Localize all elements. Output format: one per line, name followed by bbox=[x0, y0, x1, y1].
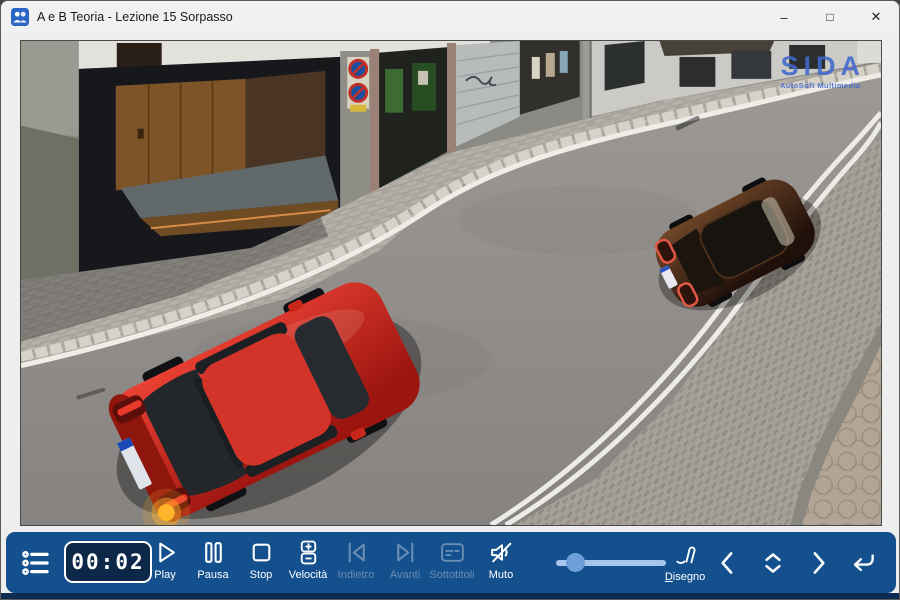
chapter-list-button[interactable] bbox=[16, 532, 56, 593]
skip-forward-icon bbox=[392, 539, 419, 566]
exit-return-button[interactable] bbox=[847, 547, 879, 584]
no-parking-sign bbox=[350, 60, 367, 77]
play-button[interactable]: Play bbox=[141, 537, 189, 589]
minimize-button[interactable]: – bbox=[761, 1, 807, 33]
app-icon bbox=[11, 8, 29, 26]
pen-icon bbox=[671, 539, 700, 568]
back-button: Indietro bbox=[328, 537, 384, 589]
slider-thumb[interactable] bbox=[566, 553, 585, 572]
close-button[interactable]: ✕ bbox=[853, 1, 899, 33]
chevron-left-icon bbox=[712, 547, 744, 579]
pause-icon bbox=[200, 539, 227, 566]
prev-lesson-button[interactable] bbox=[712, 547, 744, 584]
play-icon bbox=[152, 539, 179, 566]
timer-display: 00:02 bbox=[64, 541, 152, 583]
title-bar: A e B Teoria - Lezione 15 Sorpasso – □ ✕ bbox=[1, 1, 899, 33]
return-arrow-icon bbox=[847, 547, 879, 579]
speed-icon bbox=[295, 539, 322, 566]
subtitles-label: Sottotitoli bbox=[429, 569, 474, 581]
window-bottom-edge bbox=[1, 593, 899, 600]
pause-button[interactable]: Pausa bbox=[189, 537, 237, 589]
subtitles-button: Sottotitoli bbox=[418, 537, 486, 589]
player-toolbar: 00:02 Play Pausa Stop bbox=[6, 532, 896, 593]
forward-label: Avanti bbox=[390, 569, 420, 581]
volume-slider[interactable] bbox=[556, 532, 666, 593]
maximize-button[interactable]: □ bbox=[807, 1, 853, 33]
subtitles-icon bbox=[439, 539, 466, 566]
app-window: A e B Teoria - Lezione 15 Sorpasso – □ ✕ bbox=[0, 0, 900, 600]
mute-icon bbox=[488, 539, 515, 566]
driving-scene bbox=[21, 41, 881, 525]
back-label: Indietro bbox=[338, 569, 375, 581]
chevron-right-icon bbox=[802, 547, 834, 579]
speed-label: Velocità bbox=[289, 569, 328, 581]
mute-label: Muto bbox=[489, 569, 513, 581]
lesson-select-button[interactable] bbox=[757, 547, 789, 584]
stop-label: Stop bbox=[250, 569, 273, 581]
stop-icon bbox=[248, 539, 275, 566]
draw-label: Disegno bbox=[665, 571, 705, 583]
video-canvas[interactable]: SIDA AutoSoft Multimedia bbox=[20, 40, 882, 526]
draw-button[interactable]: Disegno bbox=[658, 537, 712, 589]
pause-label: Pausa bbox=[197, 569, 228, 581]
next-lesson-button[interactable] bbox=[802, 547, 834, 584]
skip-back-icon bbox=[343, 539, 370, 566]
no-parking-sign-2 bbox=[350, 84, 367, 101]
mute-button[interactable]: Muto bbox=[480, 537, 522, 589]
window-title: A e B Teoria - Lezione 15 Sorpasso bbox=[37, 10, 233, 24]
play-label: Play bbox=[154, 569, 175, 581]
list-icon bbox=[20, 547, 52, 579]
chevron-up-down-icon bbox=[757, 547, 789, 579]
